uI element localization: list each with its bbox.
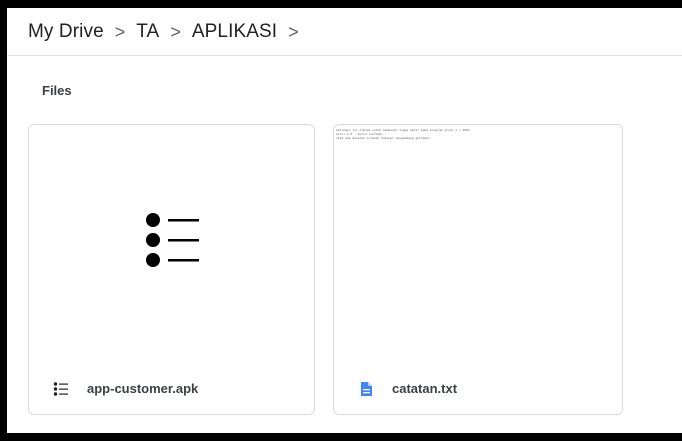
breadcrumb-aplikasi[interactable]: APLIKASI: [192, 21, 277, 43]
breadcrumb-separator: >: [170, 21, 181, 42]
document-icon: [361, 381, 372, 396]
text-preview: Aplikasi ini dibuat untuk memenuhi tugas…: [334, 125, 622, 365]
file-thumbnail: [29, 125, 314, 365]
breadcrumb: My Drive > TA > APLIKASI >: [7, 8, 682, 56]
breadcrumb-ta[interactable]: TA: [136, 21, 159, 43]
file-meta: catatan.txt: [334, 363, 622, 414]
breadcrumb-separator: >: [114, 21, 126, 42]
file-name: app-customer.apk: [87, 381, 199, 396]
breadcrumb-separator: >: [288, 21, 299, 42]
file-thumbnail: Aplikasi ini dibuat untuk memenuhi tugas…: [334, 125, 622, 365]
list-icon: [146, 213, 199, 267]
drive-window: My Drive > TA > APLIKASI > Files app-cus…: [7, 8, 682, 433]
files-section-title: Files: [42, 83, 72, 98]
file-card-catatan[interactable]: Aplikasi ini dibuat untuk memenuhi tugas…: [333, 124, 623, 415]
file-name: catatan.txt: [392, 381, 458, 396]
list-icon: [53, 381, 68, 396]
file-card-app-customer[interactable]: app-customer.apk: [28, 124, 315, 415]
breadcrumb-my-drive[interactable]: My Drive: [28, 21, 104, 43]
preview-line: Jika ada masalah silakan hubungi pengemb…: [336, 136, 430, 140]
file-meta: app-customer.apk: [29, 363, 314, 414]
